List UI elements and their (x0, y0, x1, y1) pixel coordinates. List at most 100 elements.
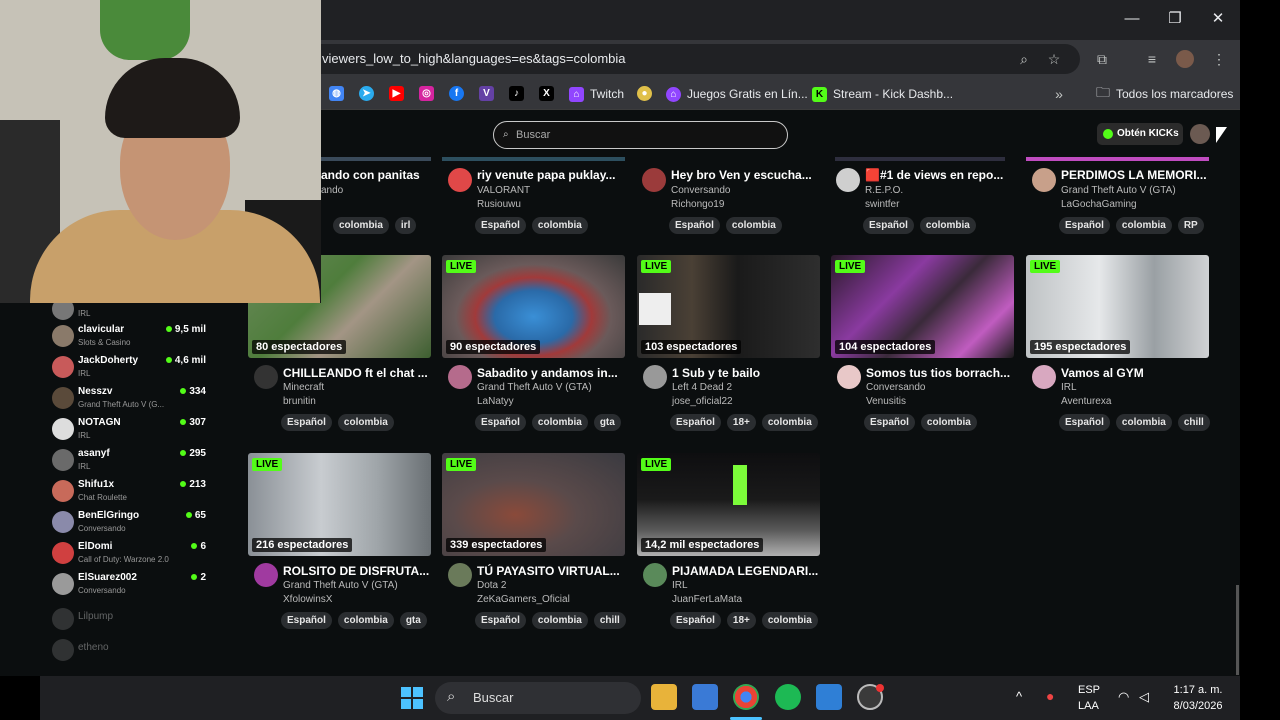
windows-start-icon[interactable] (401, 687, 423, 709)
tag[interactable]: Español (475, 217, 526, 234)
instagram-icon[interactable]: ◎ (419, 86, 434, 101)
stream-category[interactable]: Grand Theft Auto V (GTA) (477, 382, 592, 393)
tag[interactable]: Español (864, 414, 915, 431)
streamer-name[interactable]: Richongo19 (671, 199, 724, 210)
stream-category[interactable]: Grand Theft Auto V (GTA) (1061, 185, 1176, 196)
wifi-icon[interactable]: ◠ (1118, 689, 1129, 705)
bookmark-twitch[interactable]: ⌂ Twitch (569, 85, 624, 103)
stream-category[interactable]: Conversando (866, 382, 925, 393)
tag[interactable]: colombia (531, 414, 588, 431)
extensions-icon[interactable]: ⧉ (1093, 50, 1111, 68)
stream-category[interactable]: Minecraft (283, 382, 324, 393)
stream-title[interactable]: PERDIMOS LA MEMORI... (1061, 168, 1207, 182)
minimize-button[interactable]: — (1120, 8, 1144, 30)
stream-thumbnail[interactable]: LIVE 104 espectadores (831, 255, 1014, 358)
streamer-avatar[interactable] (836, 168, 860, 192)
streamer-name[interactable]: Rusiouwu (477, 199, 521, 210)
tag[interactable]: chill (1177, 414, 1210, 431)
streamer-name[interactable]: jose_oficial22 (672, 396, 733, 407)
streamer-avatar[interactable] (1032, 365, 1056, 389)
spotify-icon[interactable] (775, 684, 801, 710)
tag[interactable]: colombia (337, 414, 394, 431)
tag[interactable]: gta (399, 612, 427, 629)
stream-thumbnail[interactable]: LIVE 216 espectadores (248, 453, 431, 556)
tag[interactable]: Español (863, 217, 914, 234)
stream-card[interactable]: 🟥#1 de views en repo... R.E.P.O. swintfe… (830, 166, 1014, 236)
streamer-avatar[interactable] (643, 365, 667, 389)
tag[interactable]: colombia (337, 612, 394, 629)
scrollbar[interactable] (1236, 585, 1239, 675)
tag[interactable]: 18+ (726, 612, 756, 629)
streamer-avatar[interactable] (254, 563, 278, 587)
app-icon[interactable] (816, 684, 842, 710)
profile-avatar[interactable] (1176, 50, 1194, 68)
tag[interactable]: Español (281, 612, 332, 629)
stream-thumbnail[interactable]: LIVE 339 espectadores (442, 453, 625, 556)
tag[interactable]: colombia (761, 612, 818, 629)
vimeo-icon[interactable]: V (479, 86, 494, 101)
clock-date[interactable]: 8/03/2026 (1168, 700, 1228, 712)
keyboard-layout-indicator[interactable]: LAA (1078, 700, 1099, 712)
stream-card[interactable]: LIVE 216 espectadores ROLSITO DE DISFRUT… (248, 453, 432, 633)
sidebar-channel[interactable]: ElDomi Call of Duty: Warzone 2.0 6 (50, 540, 215, 568)
stream-category[interactable]: VALORANT (477, 185, 530, 196)
stream-card[interactable]: LIVE 103 espectadores 1 Sub y te bailo L… (637, 255, 821, 435)
sidebar-channel[interactable]: asanyf IRL 295 (50, 447, 215, 475)
streamer-avatar[interactable] (1032, 168, 1056, 192)
tag[interactable]: colombia (531, 612, 588, 629)
chrome-icon[interactable] (733, 684, 759, 710)
streamer-name[interactable]: JuanFerLaMata (672, 594, 742, 605)
tag[interactable]: Español (475, 414, 526, 431)
tag[interactable]: colombia (919, 217, 976, 234)
sidebar-channel[interactable]: ElSuarez002 Conversando 2 (50, 571, 215, 599)
tag[interactable]: Español (669, 217, 720, 234)
streamer-name[interactable]: XfolowinsX (283, 594, 332, 605)
stream-card[interactable]: Hey bro Ven y escucha... Conversando Ric… (636, 166, 820, 236)
streamer-avatar[interactable] (643, 563, 667, 587)
more-bookmarks-icon[interactable]: » (1050, 85, 1068, 103)
stream-card[interactable]: riy venute papa puklay... VALORANT Rusio… (442, 166, 626, 236)
stream-card[interactable]: LIVE 339 espectadores TÚ PAYASITO VIRTUA… (442, 453, 626, 633)
stream-title[interactable]: 1 Sub y te bailo (672, 366, 760, 380)
stream-title[interactable]: 🟥#1 de views en repo... (865, 168, 1003, 182)
streamer-avatar[interactable] (642, 168, 666, 192)
stream-card[interactable]: LIVE 90 espectadores Sabadito y andamos … (442, 255, 626, 435)
microsoft-store-icon[interactable] (692, 684, 718, 710)
tag[interactable]: chill (593, 612, 626, 629)
chevron-up-icon[interactable]: ^ (1016, 689, 1022, 704)
streamer-name[interactable]: Venusitis (866, 396, 906, 407)
sidebar-channel[interactable]: BenElGringo Conversando 65 (50, 509, 215, 537)
bookmark-kick-dashboard[interactable]: K Stream - Kick Dashb... (812, 85, 953, 103)
stream-title[interactable]: Somos tus tios borrach... (866, 366, 1010, 380)
tag[interactable]: Español (1059, 217, 1110, 234)
tag[interactable]: Español (281, 414, 332, 431)
sidebar-channel[interactable]: Shifu1x Chat Roulette 213 (50, 478, 215, 506)
language-indicator[interactable]: ESP (1078, 684, 1100, 696)
telegram-icon[interactable]: ➤ (359, 86, 374, 101)
bookmark-icon[interactable]: ◍ (329, 86, 344, 101)
stream-category[interactable]: Dota 2 (477, 580, 506, 591)
tag[interactable]: colombia (531, 217, 588, 234)
tag[interactable]: colombia (725, 217, 782, 234)
zoom-icon[interactable]: ⌕ (1015, 50, 1033, 68)
games-icon[interactable]: ● (637, 86, 652, 101)
stream-thumbnail[interactable]: LIVE 14,2 mil espectadores (637, 453, 820, 556)
streamer-name[interactable]: LaNatyy (477, 396, 514, 407)
stream-card[interactable]: LIVE 104 espectadores Somos tus tios bor… (831, 255, 1015, 435)
tiktok-icon[interactable]: ♪ (509, 86, 524, 101)
tag[interactable]: 18+ (726, 414, 756, 431)
youtube-icon[interactable]: ▶ (389, 86, 404, 101)
stream-category[interactable]: Grand Theft Auto V (GTA) (283, 580, 398, 591)
close-button[interactable]: ✕ (1206, 8, 1230, 30)
stream-title[interactable]: PIJAMADA LEGENDARI... (672, 564, 818, 578)
stream-title[interactable]: ando con panitas (321, 168, 420, 182)
stream-thumbnail[interactable]: LIVE 195 espectadores (1026, 255, 1209, 358)
stream-category[interactable]: ando (321, 185, 343, 196)
streamer-avatar[interactable] (448, 365, 472, 389)
file-explorer-icon[interactable] (651, 684, 677, 710)
menu-icon[interactable]: ⋮ (1210, 50, 1228, 68)
tag[interactable]: Español (475, 612, 526, 629)
stream-card[interactable]: LIVE 14,2 mil espectadores PIJAMADA LEGE… (637, 453, 821, 633)
tag[interactable]: irl (394, 217, 417, 234)
stream-title[interactable]: TÚ PAYASITO VIRTUAL... (477, 564, 620, 578)
